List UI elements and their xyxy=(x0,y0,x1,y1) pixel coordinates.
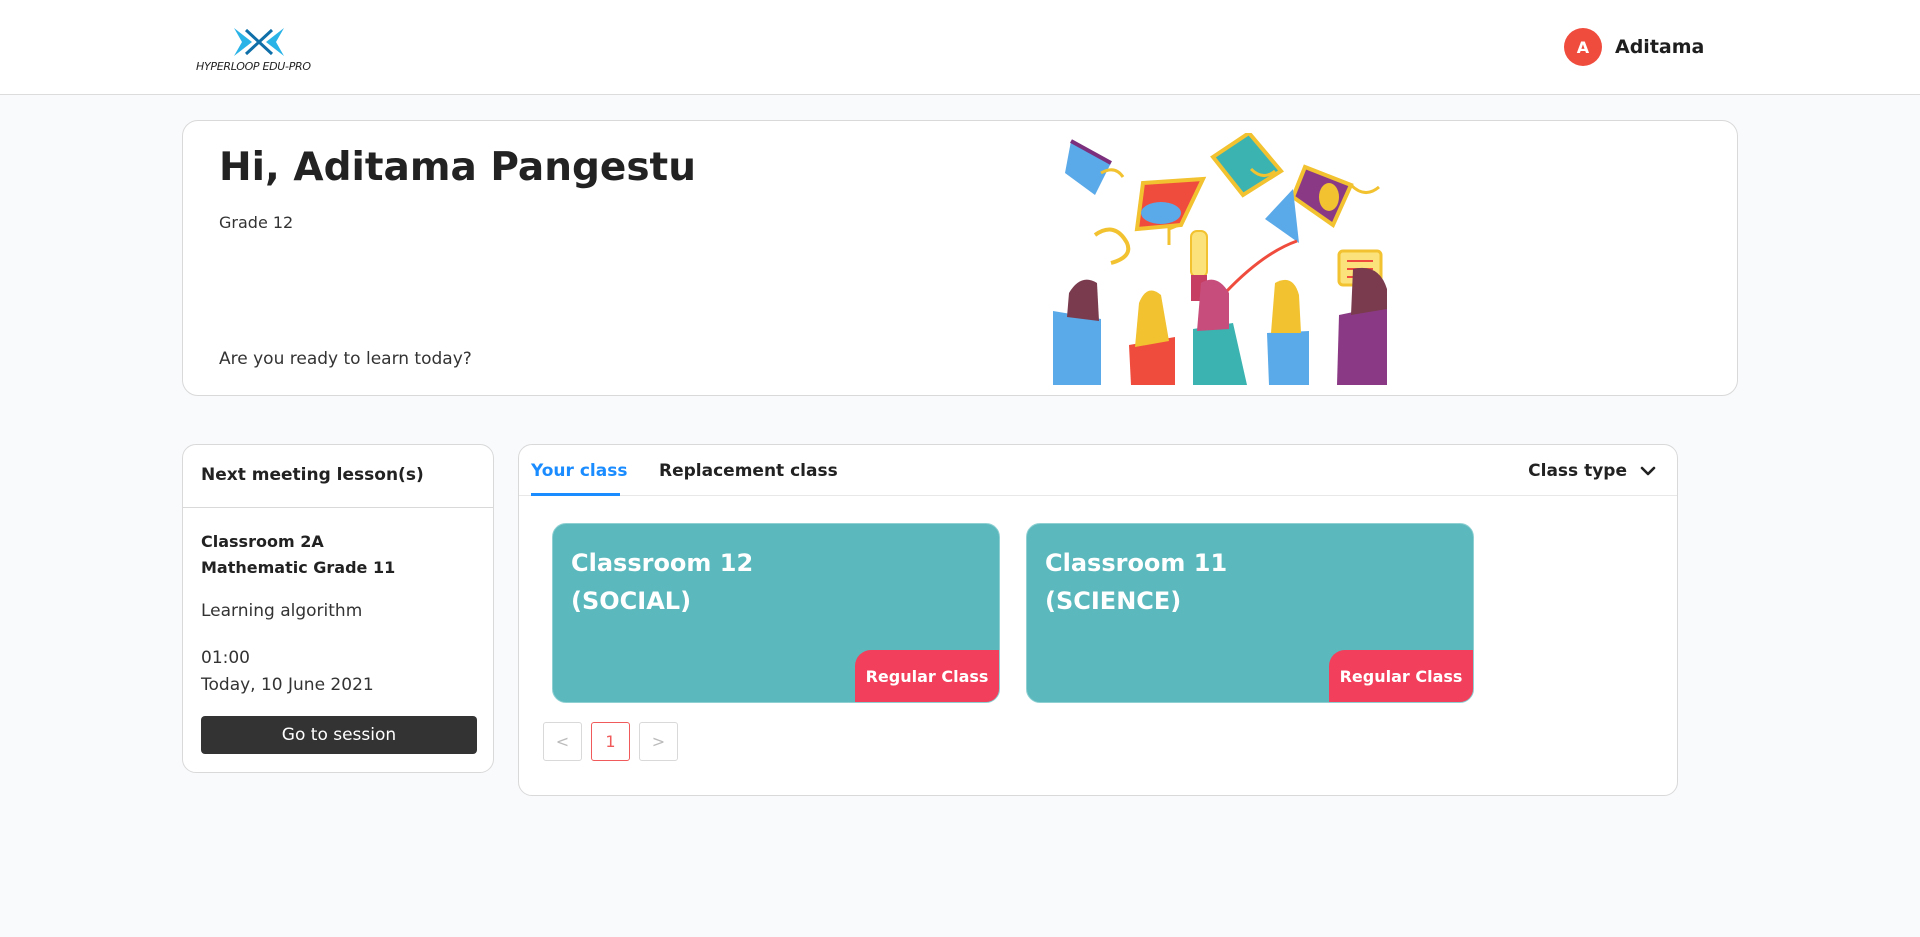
next-meeting-card: Next meeting lesson(s) Classroom 2A Math… xyxy=(182,444,494,773)
go-to-session-button[interactable]: Go to session xyxy=(201,716,477,754)
class-card-science[interactable]: Classroom 11 (SCIENCE) Regular Class xyxy=(1026,523,1474,703)
class-tabs: Your class Replacement class Class type xyxy=(519,445,1677,496)
user-name[interactable]: Aditama xyxy=(1615,36,1704,58)
pagination-prev-button[interactable]: < xyxy=(543,722,582,761)
hyperloop-logo-icon xyxy=(234,28,284,56)
meeting-date: Today, 10 June 2021 xyxy=(201,675,374,695)
class-type-dropdown[interactable]: Class type xyxy=(1528,461,1657,481)
class-card-title: Classroom 12 (SOCIAL) xyxy=(571,549,754,615)
tab-replacement-class[interactable]: Replacement class xyxy=(659,461,838,481)
welcome-prompt: Are you ready to learn today? xyxy=(219,349,472,369)
greeting-title: Hi, Aditama Pangestu xyxy=(219,145,696,190)
top-bar: HYPERLOOP EDU-PRO A Aditama xyxy=(0,0,1920,95)
meeting-class-info: Classroom 2A Mathematic Grade 11 xyxy=(201,529,395,581)
next-meeting-title: Next meeting lesson(s) xyxy=(183,445,493,508)
meeting-schedule: 01:00 Today, 10 June 2021 xyxy=(201,645,374,699)
meeting-topic: Learning algorithm xyxy=(201,601,363,621)
meeting-subject: Mathematic Grade 11 xyxy=(201,558,396,577)
meeting-classroom: Classroom 2A xyxy=(201,532,324,551)
logo-text: HYPERLOOP EDU-PRO xyxy=(196,60,311,73)
pagination-next-button[interactable]: > xyxy=(639,722,678,761)
classes-panel: Your class Replacement class Class type … xyxy=(518,444,1678,796)
class-card-social[interactable]: Classroom 12 (SOCIAL) Regular Class xyxy=(552,523,1000,703)
user-menu[interactable]: A Aditama xyxy=(1564,28,1704,66)
active-tab-indicator xyxy=(531,493,620,496)
graduation-illustration xyxy=(1053,133,1387,385)
app-logo[interactable]: HYPERLOOP EDU-PRO xyxy=(196,26,326,76)
class-card-title: Classroom 11 (SCIENCE) xyxy=(1045,549,1228,615)
tab-your-class[interactable]: Your class xyxy=(531,461,627,481)
meeting-time: 01:00 xyxy=(201,648,250,668)
pagination-page-1[interactable]: 1 xyxy=(591,722,630,761)
grade-label: Grade 12 xyxy=(219,213,294,232)
class-type-badge: Regular Class xyxy=(855,650,999,702)
class-type-label: Class type xyxy=(1528,461,1627,481)
class-type-badge: Regular Class xyxy=(1329,650,1473,702)
chevron-down-icon xyxy=(1640,466,1656,476)
avatar[interactable]: A xyxy=(1564,28,1602,66)
welcome-card: Hi, Aditama Pangestu Grade 12 Are you re… xyxy=(182,120,1738,396)
